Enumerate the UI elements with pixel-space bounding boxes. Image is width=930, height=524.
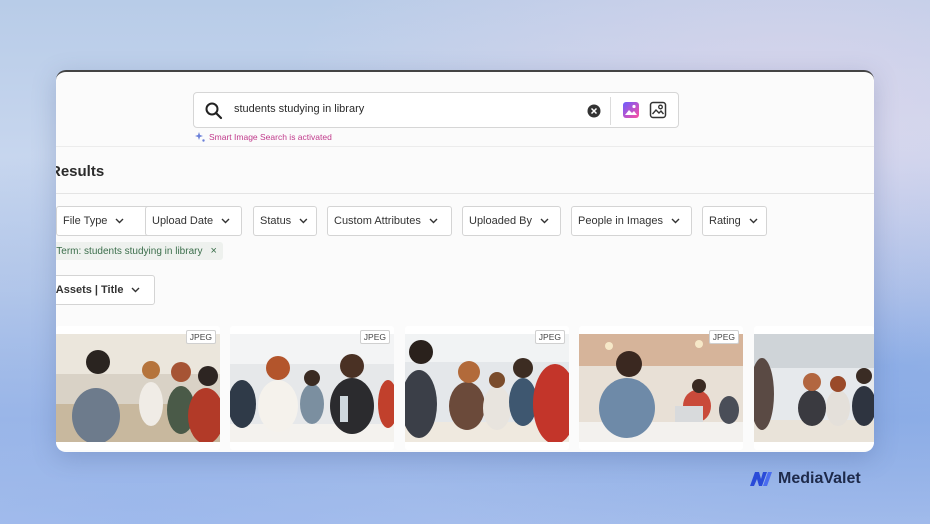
asset-card[interactable]: JPEG xyxy=(56,326,220,450)
asset-card[interactable] xyxy=(754,326,874,450)
page-title: Results xyxy=(56,163,105,180)
smart-search-text: Smart Image Search is activated xyxy=(209,132,332,142)
mediavalet-logo-icon xyxy=(750,472,772,486)
filter-label: Custom Attributes xyxy=(334,215,421,227)
brand-name: MediaValet xyxy=(778,470,861,487)
filter-people-in-images[interactable]: People in Images xyxy=(571,206,692,236)
filter-label: Rating xyxy=(709,215,741,227)
filter-status[interactable]: Status xyxy=(253,206,317,236)
sort-dropdown[interactable]: 0 Assets | Title xyxy=(56,275,155,305)
asset-thumbnail[interactable] xyxy=(405,334,569,442)
chevron-down-icon xyxy=(115,218,124,224)
app-window: students studying in library Smart Image… xyxy=(56,70,874,452)
chevron-down-icon xyxy=(299,218,308,224)
format-badge: JPEG xyxy=(708,330,739,344)
sort-label: 0 Assets | Title xyxy=(56,284,124,296)
asset-thumbnail[interactable] xyxy=(56,334,220,442)
asset-card[interactable]: JPEG xyxy=(405,326,569,450)
chevron-down-icon xyxy=(540,218,549,224)
smart-search-notice: Smart Image Search is activated xyxy=(195,132,332,142)
filter-label: Status xyxy=(260,215,292,227)
brand-logo: MediaValet xyxy=(749,470,861,488)
format-badge: JPEG xyxy=(534,330,565,344)
filter-label: Upload Date xyxy=(152,215,214,227)
divider xyxy=(56,146,874,147)
search-term-chip: Search Term: students studying in librar… xyxy=(56,242,223,260)
filter-label: Uploaded By xyxy=(469,215,532,227)
search-input[interactable]: students studying in library xyxy=(234,103,364,115)
search-divider xyxy=(610,97,611,125)
filter-custom-attributes[interactable]: Custom Attributes xyxy=(327,206,452,236)
asset-card[interactable]: JPEG xyxy=(230,326,394,450)
format-badge: JPEG xyxy=(185,330,216,344)
filter-rating[interactable]: Rating xyxy=(702,206,767,236)
chevron-down-icon xyxy=(131,287,140,293)
asset-thumbnail[interactable] xyxy=(579,334,743,442)
asset-thumbnail[interactable] xyxy=(754,334,874,442)
clear-search-icon[interactable] xyxy=(587,104,601,118)
chevron-down-icon xyxy=(749,218,758,224)
chevron-down-icon xyxy=(221,218,230,224)
asset-card[interactable]: JPEG xyxy=(579,326,743,450)
chevron-down-icon xyxy=(671,218,680,224)
search-icon[interactable] xyxy=(204,101,224,121)
search-term-label: Search Term: students studying in librar… xyxy=(56,245,203,257)
sparkle-icon xyxy=(195,132,205,142)
filter-uploaded-by[interactable]: Uploaded By xyxy=(462,206,561,236)
divider xyxy=(56,193,874,194)
chevron-down-icon xyxy=(429,218,438,224)
image-search-icon[interactable] xyxy=(649,101,667,119)
filter-label: People in Images xyxy=(578,215,663,227)
asset-thumbnail[interactable] xyxy=(230,334,394,442)
search-bar[interactable]: students studying in library xyxy=(193,92,679,128)
visual-search-icon[interactable] xyxy=(622,101,640,119)
filter-upload-date[interactable]: Upload Date xyxy=(145,206,242,236)
filter-label: File Type xyxy=(63,215,108,227)
format-badge: JPEG xyxy=(359,330,390,344)
remove-term-icon[interactable]: × xyxy=(210,245,216,257)
